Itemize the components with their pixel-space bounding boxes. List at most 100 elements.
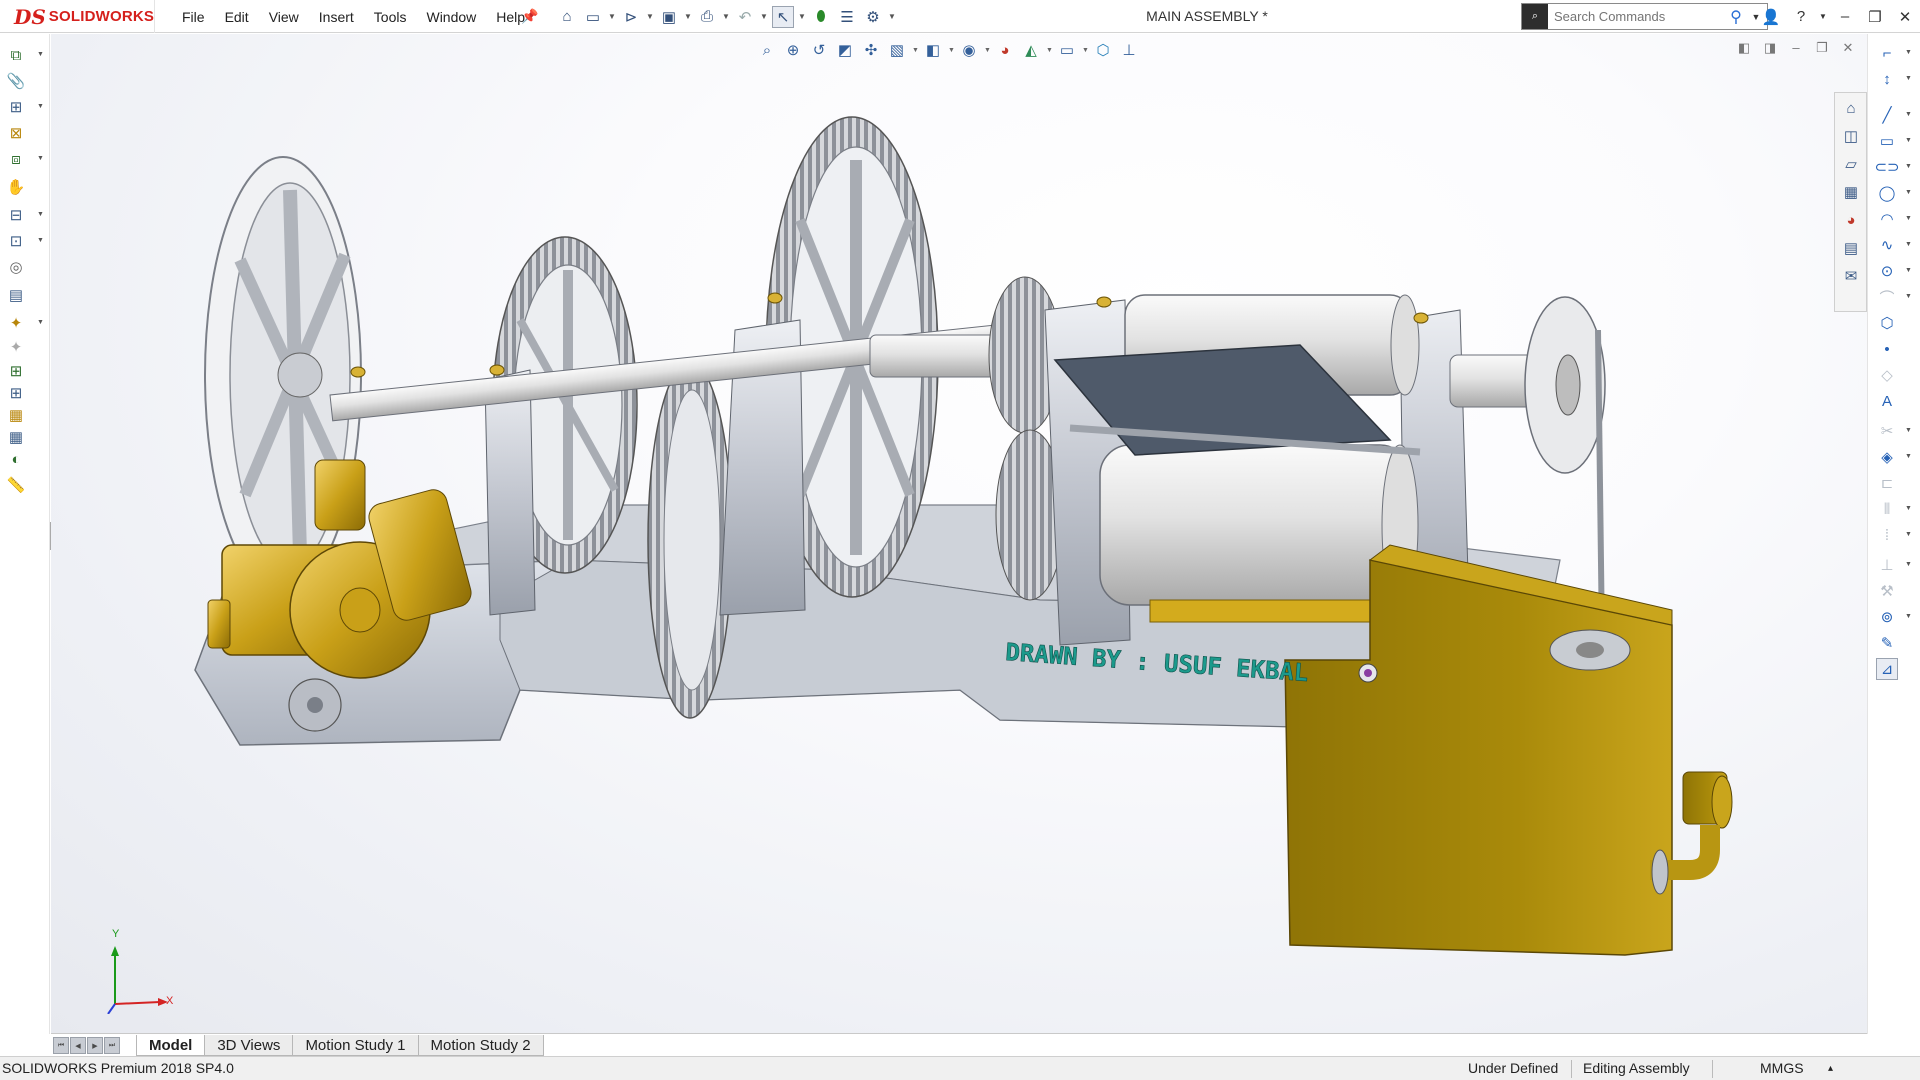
save-dropdown-icon[interactable]: ▼ bbox=[684, 12, 692, 21]
dimension-dropdown-icon[interactable]: ▼ bbox=[1905, 75, 1912, 82]
save-icon[interactable]: ▣ bbox=[658, 6, 680, 28]
zoom-to-fit-icon[interactable]: ⌕ bbox=[756, 39, 778, 61]
user-icon[interactable]: 👤 bbox=[1756, 8, 1786, 26]
custom-properties-icon[interactable]: ▤ bbox=[1839, 237, 1863, 259]
explode-line-icon[interactable]: ✦ bbox=[5, 336, 27, 358]
viewport-back-icon[interactable]: ◧ bbox=[1733, 40, 1755, 56]
display-style-dropdown-icon[interactable]: ▼ bbox=[948, 47, 955, 54]
ellipse-icon[interactable]: ⊙ bbox=[1876, 260, 1898, 282]
menu-file[interactable]: File bbox=[172, 9, 215, 25]
reference-geometry-icon[interactable]: ◎ bbox=[5, 256, 27, 278]
file-properties-icon[interactable]: ☰ bbox=[836, 6, 858, 28]
file-explorer-icon[interactable]: ▱ bbox=[1839, 153, 1863, 175]
bill-of-materials-icon[interactable]: ▤ bbox=[5, 284, 27, 306]
print-icon[interactable]: ⎙ bbox=[696, 6, 718, 28]
display-style-icon[interactable]: ◧ bbox=[922, 39, 944, 61]
move-triad-icon[interactable]: ⊥ bbox=[1118, 39, 1140, 61]
appearances-icon[interactable]: ◕ bbox=[1839, 209, 1863, 231]
instant2d-icon[interactable]: ⊿ bbox=[1876, 658, 1898, 680]
hide-show-icon[interactable]: ◉ bbox=[958, 39, 980, 61]
point-icon[interactable]: • bbox=[1876, 338, 1898, 360]
hide-show-dropdown-icon[interactable]: ▼ bbox=[984, 47, 991, 54]
insert-components-icon[interactable]: ⧉ bbox=[5, 44, 27, 66]
line-icon[interactable]: ╱ bbox=[1876, 104, 1898, 126]
menu-view[interactable]: View bbox=[259, 9, 309, 25]
insert-components-dropdown-icon[interactable]: ▼ bbox=[37, 51, 44, 58]
plane-icon[interactable]: ◇ bbox=[1876, 364, 1898, 386]
graphics-area[interactable]: DRAWN BY : USUF EKBAL Y X bbox=[51, 34, 1867, 1033]
search-scope-icon[interactable]: ⌕ bbox=[1522, 4, 1548, 29]
line-dropdown-icon[interactable]: ▼ bbox=[1905, 111, 1912, 118]
spline-dropdown-icon[interactable]: ▼ bbox=[1905, 241, 1912, 248]
show-hidden-icon[interactable]: ⊟ bbox=[5, 204, 27, 226]
apply-scene-icon[interactable]: ◭ bbox=[1020, 39, 1042, 61]
options-icon[interactable]: ⚙ bbox=[862, 6, 884, 28]
assembly-model[interactable]: DRAWN BY : USUF EKBAL bbox=[51, 34, 1867, 1033]
polygon-icon[interactable]: ⬡ bbox=[1876, 312, 1898, 334]
undo-dropdown-icon[interactable]: ▼ bbox=[760, 12, 768, 21]
update-speedpak-icon[interactable]: ⊞ bbox=[5, 382, 27, 404]
repair-sketch-icon[interactable]: ⚒ bbox=[1876, 580, 1898, 602]
restore-icon[interactable]: ❐ bbox=[1860, 8, 1890, 26]
solidworks-logo[interactable]: DS SOLIDWORKS bbox=[0, 0, 155, 33]
open-dropdown-icon[interactable]: ▼ bbox=[646, 12, 654, 21]
menu-insert[interactable]: Insert bbox=[309, 9, 364, 25]
rectangle-icon[interactable]: ▭ bbox=[1876, 130, 1898, 152]
measure-icon[interactable]: 📏 bbox=[5, 474, 27, 496]
print-dropdown-icon[interactable]: ▼ bbox=[722, 12, 730, 21]
dynamic-annotation-icon[interactable]: ✣ bbox=[860, 39, 882, 61]
relations-dropdown-icon[interactable]: ▼ bbox=[1905, 561, 1912, 568]
first-tab-icon[interactable]: ⏮ bbox=[53, 1037, 69, 1054]
fillet-icon[interactable]: ⌒ bbox=[1876, 286, 1898, 308]
component-pattern-icon[interactable]: ⊞ bbox=[5, 96, 27, 118]
view-palette-icon[interactable]: ▦ bbox=[1839, 181, 1863, 203]
help-icon[interactable]: ? bbox=[1786, 8, 1816, 25]
display-relations-icon[interactable]: ⊥ bbox=[1876, 554, 1898, 576]
new-dropdown-icon[interactable]: ▼ bbox=[608, 12, 616, 21]
search-icon[interactable]: ⚲ bbox=[1723, 7, 1749, 27]
move-component-icon[interactable]: ✋ bbox=[5, 176, 27, 198]
trim-icon[interactable]: ✂ bbox=[1876, 420, 1898, 442]
rectangle-dropdown-icon[interactable]: ▼ bbox=[1905, 137, 1912, 144]
tab-model[interactable]: Model bbox=[136, 1035, 206, 1056]
view-settings-icon[interactable]: ▭ bbox=[1056, 39, 1078, 61]
ellipse-dropdown-icon[interactable]: ▼ bbox=[1905, 267, 1912, 274]
mirror-entities-icon[interactable]: ⫴ bbox=[1876, 498, 1898, 520]
pin-menu-icon[interactable]: 📌 bbox=[521, 8, 538, 25]
viewport-close-icon[interactable]: ✕ bbox=[1837, 40, 1859, 56]
assembly-features-dropdown-icon[interactable]: ▼ bbox=[37, 237, 44, 244]
arc-dropdown-icon[interactable]: ▼ bbox=[1905, 215, 1912, 222]
view-settings-dropdown-icon[interactable]: ▼ bbox=[1082, 47, 1089, 54]
interference-detection-icon[interactable]: ◐ bbox=[5, 448, 27, 470]
rapid-sketch-icon[interactable]: ✎ bbox=[1876, 632, 1898, 654]
viewport-minimize-icon[interactable]: – bbox=[1785, 40, 1807, 56]
pattern-dropdown-icon[interactable]: ▼ bbox=[1905, 531, 1912, 538]
zoom-to-area-icon[interactable]: ⊕ bbox=[782, 39, 804, 61]
rebuild-icon[interactable]: ⬮ bbox=[810, 6, 832, 28]
help-dropdown-icon[interactable]: ▼ bbox=[1816, 12, 1830, 21]
edit-appearance-icon[interactable]: ◕ bbox=[994, 39, 1016, 61]
snaps-dropdown-icon[interactable]: ▼ bbox=[1905, 613, 1912, 620]
options-dropdown-icon[interactable]: ▼ bbox=[888, 12, 896, 21]
design-library-icon[interactable]: ◫ bbox=[1839, 125, 1863, 147]
select-icon[interactable]: ↖ bbox=[772, 5, 794, 28]
edit-component-icon[interactable]: ⧈ bbox=[5, 148, 27, 170]
view-orientation-dropdown-icon[interactable]: ▼ bbox=[912, 47, 919, 54]
take-snapshot-icon[interactable]: ▦ bbox=[5, 404, 27, 426]
assembly-features-icon[interactable]: ⊡ bbox=[5, 230, 27, 252]
solidworks-resources-icon[interactable]: ⌂ bbox=[1839, 97, 1863, 119]
units-menu-icon[interactable]: ▴ bbox=[1828, 1063, 1833, 1074]
open-icon[interactable]: ⊳ bbox=[620, 6, 642, 28]
offset-entities-icon[interactable]: ⊏ bbox=[1876, 472, 1898, 494]
instant3d-icon[interactable]: ⊞ bbox=[5, 360, 27, 382]
convert-entities-icon[interactable]: ◈ bbox=[1876, 446, 1898, 468]
mirror-dropdown-icon[interactable]: ▼ bbox=[1905, 505, 1912, 512]
smart-dimension-icon[interactable]: ↕ bbox=[1876, 68, 1898, 90]
spline-icon[interactable]: ∿ bbox=[1876, 234, 1898, 256]
undo-icon[interactable]: ↶ bbox=[734, 6, 756, 28]
search-commands[interactable]: ⌕ ⚲ ▼ bbox=[1521, 3, 1768, 30]
convert-dropdown-icon[interactable]: ▼ bbox=[1905, 453, 1912, 460]
tab-motion-study-1[interactable]: Motion Study 1 bbox=[292, 1035, 419, 1056]
view-orientation-icon[interactable]: ▧ bbox=[886, 39, 908, 61]
next-tab-icon[interactable]: ▶ bbox=[87, 1037, 103, 1054]
